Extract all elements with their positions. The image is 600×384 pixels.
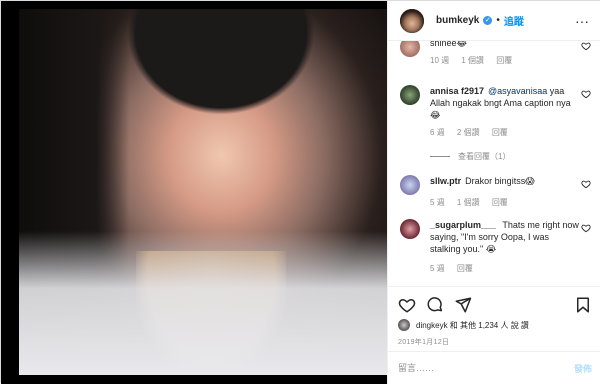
commenter-avatar[interactable] [400,41,420,57]
comment-text: sllw.ptr Drakor bingitss😱 [430,175,580,187]
post-photo[interactable] [1,1,387,384]
post-sidebar: bumkeyk ✓ • 追蹤 ··· shinee😂 10 週 1 個讚 回覆 [387,1,600,384]
post-header: bumkeyk ✓ • 追蹤 ··· [388,1,600,41]
author-avatar[interactable] [400,8,424,33]
comment-likes[interactable]: 1 個讚 [457,198,480,207]
comment-composer: 發佈 [388,351,600,384]
instagram-post-modal: bumkeyk ✓ • 追蹤 ··· shinee😂 10 週 1 個讚 回覆 [0,0,600,384]
follow-button[interactable]: 追蹤 [504,13,524,28]
commenter-avatar[interactable] [400,85,420,105]
commenter-username[interactable]: sllw.ptr [430,176,461,186]
comment-text: _sugarplum___ Thats me right now saying,… [430,219,580,255]
post-comment-button[interactable]: 發佈 [574,362,592,375]
author-username[interactable]: bumkeyk [436,15,479,26]
liker-avatar [398,319,410,331]
heart-icon[interactable] [581,179,591,189]
comment-meta: 5 週 回覆 [430,263,483,274]
commenter-avatar[interactable] [400,175,420,195]
comment-icon[interactable] [426,296,444,314]
heart-icon[interactable] [581,89,591,99]
share-icon[interactable] [454,296,472,314]
comment-body: Drakor bingitss😱 [465,176,535,186]
view-replies-toggle[interactable]: 查看回覆（1） [430,151,510,162]
comments-list[interactable]: shinee😂 10 週 1 個讚 回覆 annisa f2917 @asyava… [388,41,600,286]
emoji-icon: 😂 [456,41,468,48]
replies-divider [430,156,450,157]
heart-icon[interactable] [581,41,591,51]
mention-link[interactable]: @asyavanisaa [488,86,547,96]
comment-age: 6 週 [430,128,445,137]
reply-link[interactable]: 回覆 [492,198,508,207]
comment-input[interactable] [398,363,548,373]
commenter-avatar[interactable] [400,219,420,239]
reply-link[interactable]: 回覆 [457,264,473,273]
comment-age: 10 週 [430,56,450,65]
comment-meta: 10 週 1 個讚 回覆 [430,55,522,66]
image-shadow-top [111,9,331,129]
heart-icon[interactable] [581,223,591,233]
bookmark-icon[interactable] [574,296,592,314]
comment-meta: 6 週 2 個讚 回覆 [430,127,518,138]
comment-meta: 5 週 1 個讚 回覆 [430,197,518,208]
heart-icon[interactable] [398,296,416,314]
commenter-username[interactable]: annisa f2917 [430,86,484,96]
comment-likes[interactable]: 1 個讚 [461,56,484,65]
comment-likes[interactable]: 2 個讚 [457,128,480,137]
image-coat [19,231,387,375]
comment-text: shinee😂 [430,41,580,49]
reply-link[interactable]: 回覆 [496,56,512,65]
more-options-icon[interactable]: ··· [575,13,589,29]
action-bar [388,286,600,322]
verified-badge-icon: ✓ [483,16,493,25]
comment-age: 5 週 [430,264,445,273]
commenter-username[interactable]: _sugarplum___ [430,220,496,230]
likes-summary[interactable]: dingkeyk 和 其他 1,234 人 說 讚 [398,319,529,331]
reply-link[interactable]: 回覆 [492,128,508,137]
view-replies-label[interactable]: 查看回覆（1） [458,151,510,162]
comment-body: shinee [430,41,457,48]
comment-age: 5 週 [430,198,445,207]
likes-text[interactable]: dingkeyk 和 其他 1,234 人 說 讚 [416,320,529,331]
post-date: 2019年1月12日 [398,339,450,346]
comment-text: annisa f2917 @asyavanisaa yaa Allah ngaka… [430,85,580,121]
separator-dot: • [496,15,500,26]
